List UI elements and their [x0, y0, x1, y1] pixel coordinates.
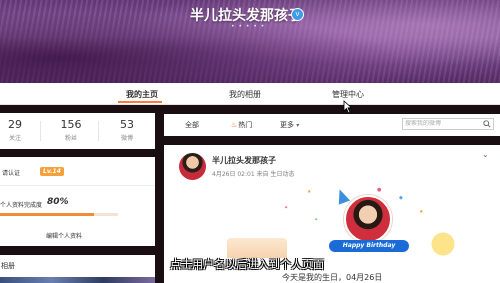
- post-text: 今天是我的生日，04月26日: [282, 273, 383, 282]
- stat-following-count: 29: [8, 118, 22, 131]
- divider: [40, 121, 41, 141]
- stat-posts-count: 53: [120, 118, 134, 131]
- flame-icon: ♨: [231, 121, 238, 129]
- filter-all[interactable]: 全部: [185, 120, 199, 130]
- birthday-banner: Happy Birthday: [329, 240, 409, 252]
- filter-hot[interactable]: ♨热门: [231, 120, 252, 130]
- edit-profile-link[interactable]: 编辑个人资料: [46, 231, 82, 240]
- album-thumbnail[interactable]: [0, 277, 155, 283]
- feed-filter-bar: 全部 ♨热门 更多 ▾: [164, 114, 500, 136]
- search-input[interactable]: [405, 120, 483, 127]
- active-tab-indicator: [118, 101, 162, 103]
- tab-my-home[interactable]: 我的主页: [126, 89, 158, 100]
- profile-banner: 半儿拉头发那孩子 v • • • • •: [0, 0, 500, 83]
- filter-hot-label: 热门: [238, 121, 253, 129]
- confetti-icon: ◆: [399, 195, 403, 201]
- divider: [0, 185, 155, 186]
- divider: [98, 121, 99, 141]
- user-stats-panel: 29 关注 156 粉丝 53 微博: [0, 113, 155, 149]
- profile-completion-label: 个人资料完成度: [0, 202, 43, 209]
- confetti-icon: ✦: [314, 217, 319, 223]
- profile-info-card: 请认证 Lv.14 个人资料完成度 80% 编辑个人资料: [0, 157, 155, 246]
- level-badge[interactable]: Lv.14: [40, 167, 64, 176]
- stat-following[interactable]: 29 关注: [0, 118, 30, 142]
- search-icon[interactable]: [483, 120, 491, 128]
- video-subtitle: 点击用户名以后进入到个人页面: [170, 258, 324, 271]
- confetti-icon: ✦: [284, 205, 289, 211]
- verify-link[interactable]: 请认证: [2, 168, 20, 177]
- avatar[interactable]: [179, 153, 206, 180]
- banner-bio: • • • • •: [231, 23, 266, 30]
- verified-badge-icon: v: [291, 8, 304, 21]
- post-author-name[interactable]: 半儿拉头发那孩子: [212, 155, 276, 166]
- post-meta: 4月26日 02:01 来自 生日动态: [212, 171, 295, 178]
- stat-followers-count: 156: [60, 118, 82, 131]
- filter-more-label: 更多: [280, 121, 294, 129]
- stat-posts-label: 微博: [120, 135, 133, 142]
- album-title[interactable]: 相册: [1, 261, 15, 271]
- stat-posts[interactable]: 53 微博: [112, 118, 142, 142]
- profile-completion-fill: [0, 213, 95, 216]
- birthday-photo: [344, 195, 392, 243]
- profile-nav: 我的主页 我的相册 管理中心: [0, 83, 500, 105]
- banner-username[interactable]: 半儿拉头发那孩子: [190, 5, 302, 25]
- mouse-pointer-icon: [343, 100, 353, 114]
- stat-following-label: 关注: [8, 135, 21, 142]
- confetti-icon: ★: [307, 189, 312, 195]
- tab-my-album[interactable]: 我的相册: [229, 89, 261, 100]
- tab-management-center[interactable]: 管理中心: [332, 89, 364, 100]
- profile-completion-percent: 80%: [47, 197, 69, 207]
- party-hat-icon: [333, 187, 351, 205]
- filter-more[interactable]: 更多 ▾: [280, 120, 299, 130]
- cake-illustration: [227, 238, 287, 258]
- search-box[interactable]: [402, 118, 494, 130]
- stat-followers-label: 粉丝: [64, 135, 77, 142]
- profile-completion-bar: [0, 213, 118, 216]
- album-panel: 相册: [0, 255, 155, 283]
- stat-followers[interactable]: 156 粉丝: [56, 118, 86, 142]
- confetti-icon: ★: [419, 209, 424, 215]
- chevron-down-icon: ▾: [296, 122, 300, 129]
- balloon-illustration: [424, 223, 462, 258]
- chevron-down-icon[interactable]: ⌄: [482, 150, 489, 159]
- confetti-icon: ●: [377, 187, 382, 193]
